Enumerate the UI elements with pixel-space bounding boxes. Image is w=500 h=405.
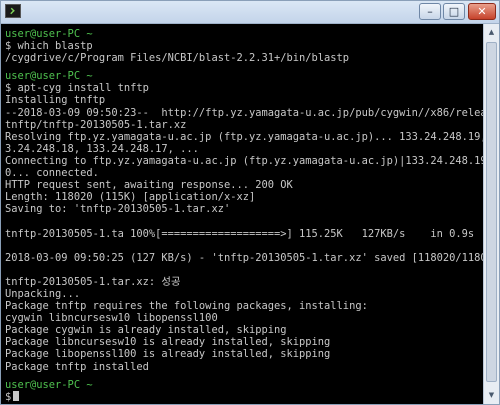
terminal-app-icon[interactable] [5, 4, 21, 18]
title-bar[interactable]: – □ ✕ [1, 1, 499, 24]
scroll-up-icon[interactable]: ▲ [485, 25, 498, 40]
output-line: 3.24.248.18, 133.24.248.17, ... [5, 142, 199, 155]
output-line: Installing tnftp [5, 94, 106, 107]
output-line: tnftp/tnftp-20130505-1.tar.xz [5, 118, 187, 131]
output-line: /cygdrive/c/Program Files/NCBI/blast-2.2… [5, 52, 350, 65]
scroll-down-icon[interactable]: ▼ [485, 388, 498, 403]
prompt-line: user@user-PC ~ [5, 378, 93, 391]
close-button[interactable]: ✕ [468, 3, 496, 20]
minimize-button[interactable]: – [419, 3, 441, 20]
terminal-window: – □ ✕ user@user-PC ~ $ which blastp /cyg… [0, 0, 500, 405]
output-line: Package libopenssl100 is already install… [5, 348, 331, 361]
output-line: cygwin libncursesw10 libopenssl100 [5, 312, 218, 325]
output-line: Unpacking... [5, 287, 81, 300]
terminal-output[interactable]: user@user-PC ~ $ which blastp /cygdrive/… [1, 24, 483, 404]
text-cursor [13, 390, 20, 401]
output-line: 0... connected. [5, 167, 99, 180]
output-line: Package tnftp requires the following pac… [5, 300, 368, 313]
output-line: Connecting to ftp.yz.yamagata-u.ac.jp (f… [5, 154, 483, 167]
prompt-line: user@user-PC ~ [5, 28, 93, 40]
prompt-line: user@user-PC ~ [5, 70, 93, 83]
command-input-line[interactable]: $ [5, 390, 483, 403]
maximize-button[interactable]: □ [443, 3, 465, 20]
output-line: Package libncursesw10 is already install… [5, 336, 331, 349]
prompt-symbol: $ [5, 390, 12, 403]
output-line: HTTP request sent, awaiting response... … [5, 179, 293, 192]
output-line: tnftp-20130505-1.tar.xz: 성공 [5, 275, 181, 288]
output-line: Length: 118020 (115K) [application/x-xz] [5, 191, 256, 204]
output-line: --2018-03-09 09:50:23-- http://ftp.yz.ya… [5, 106, 483, 119]
scrollbar-thumb[interactable] [486, 42, 497, 382]
command-line: $ apt-cyg install tnftp [5, 82, 149, 95]
output-line: 2018-03-09 09:50:25 (127 KB/s) - 'tnftp-… [5, 251, 483, 264]
output-line: Package tnftp installed [5, 360, 149, 373]
output-line: Package cygwin is already installed, ski… [5, 324, 287, 337]
vertical-scrollbar[interactable]: ▲ ▼ [483, 24, 499, 404]
progress-line: tnftp-20130505-1.ta 100%[===============… [5, 227, 475, 240]
output-line: Saving to: 'tnftp-20130505-1.tar.xz' [5, 203, 231, 216]
output-line: Resolving ftp.yz.yamagata-u.ac.jp (ftp.y… [5, 130, 483, 143]
command-line: $ which blastp [5, 40, 93, 53]
